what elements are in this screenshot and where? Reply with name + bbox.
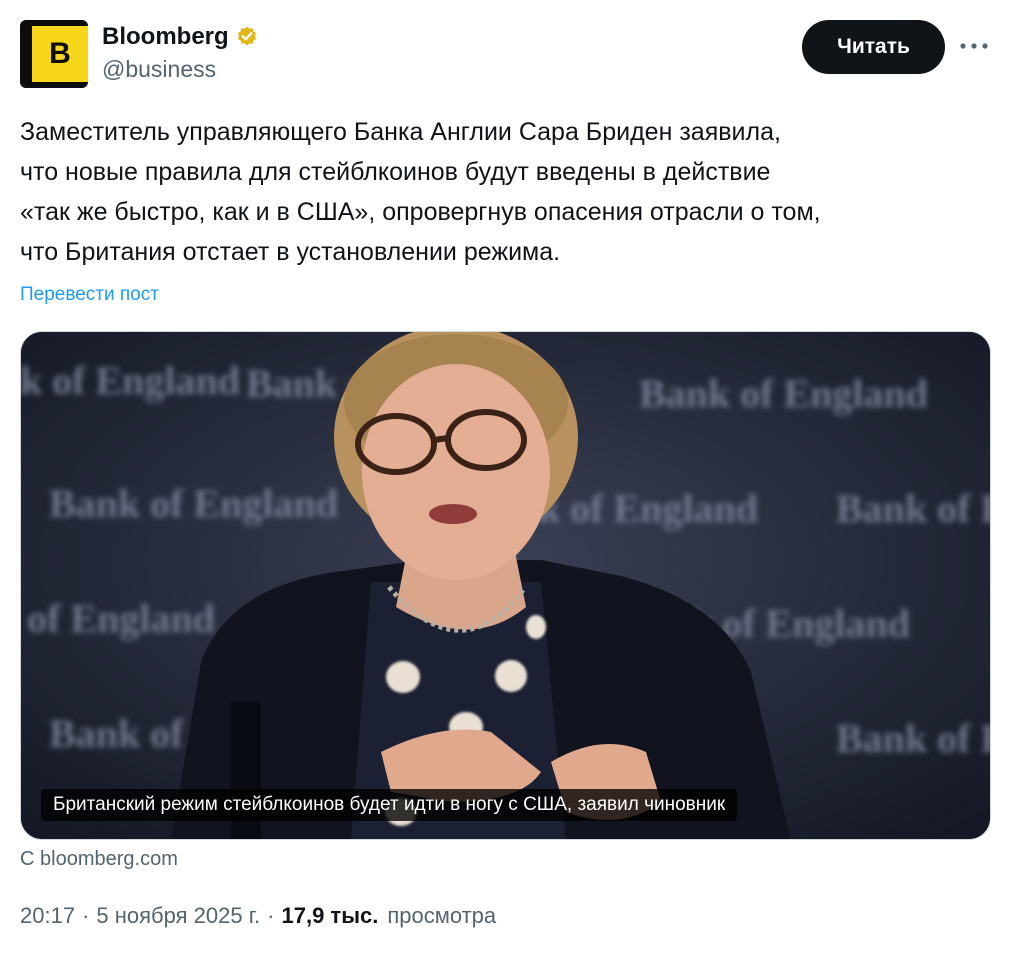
gold-check-icon xyxy=(235,25,259,49)
tweet-line: что Британия отстает в установлении режи… xyxy=(20,238,561,266)
translate-post-link[interactable]: Перевести пост xyxy=(20,284,159,306)
backdrop-wordmark: Bank of England xyxy=(21,596,215,641)
tweet-line: «так же быстро, как и в США», опровергну… xyxy=(20,198,821,226)
account-handle[interactable]: @business xyxy=(102,56,259,83)
tweet-text: Заместитель управляющего Банка Англии Са… xyxy=(20,112,980,272)
tweet-header: B Bloomberg @business Читать xyxy=(20,20,989,88)
more-dots-icon[interactable] xyxy=(956,28,992,64)
link-source[interactable]: С bloomberg.com xyxy=(20,848,178,871)
media-caption: Британский режим стейблкоинов будет идти… xyxy=(41,789,738,821)
backdrop-wordmark: Bank of England xyxy=(639,371,928,416)
separator-dot: · xyxy=(267,903,275,928)
display-name[interactable]: Bloomberg xyxy=(102,23,229,51)
backdrop-wordmark: Bank of England xyxy=(836,716,991,761)
source-prefix: С xyxy=(20,848,35,870)
avatar-letter: B xyxy=(49,37,71,70)
source-domain: bloomberg.com xyxy=(40,848,178,870)
link-card-image[interactable]: Bank of England Bank of England Bank of … xyxy=(20,331,991,840)
photo-speaker: Bank of England Bank of England Bank of … xyxy=(21,332,991,839)
avatar[interactable]: B xyxy=(20,20,88,88)
tweet-meta: 20:17 · 5 ноября 2025 г. · 17,9 тыс. про… xyxy=(20,903,496,929)
read-button[interactable]: Читать xyxy=(802,20,945,74)
post-time[interactable]: 20:17 xyxy=(20,903,75,929)
backdrop-wordmark: Bank of England xyxy=(21,358,240,403)
views-count: 17,9 тыс. xyxy=(281,903,379,928)
tweet-line: Заместитель управляющего Банка Англии Са… xyxy=(20,118,781,146)
backdrop-wordmark: Bank of England xyxy=(49,481,338,526)
post-date[interactable]: 5 ноября 2025 г. xyxy=(96,903,260,929)
separator-dot: · xyxy=(82,903,90,928)
backdrop-wordmark: Bank of England xyxy=(836,486,991,531)
avatar-logo: B xyxy=(32,26,88,82)
views-label: просмотра xyxy=(387,903,497,928)
tweet-line: что новые правила для стейблкоинов будут… xyxy=(20,158,771,186)
account-info: Bloomberg @business xyxy=(102,20,259,83)
